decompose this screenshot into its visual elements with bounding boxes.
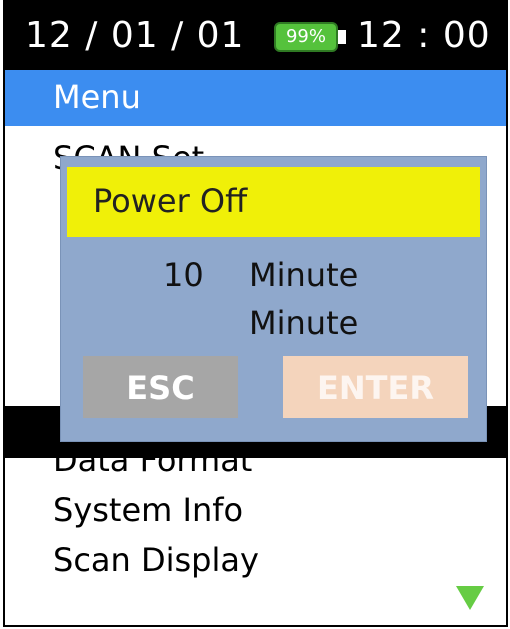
- menu-item-system-info[interactable]: System Info: [53, 490, 243, 530]
- enter-button[interactable]: ENTER: [283, 356, 468, 418]
- power-off-value[interactable]: 10: [163, 255, 204, 295]
- power-off-unit-secondary: Minute: [249, 304, 359, 342]
- menu-title-bar: Menu: [5, 70, 506, 126]
- menu-item-data-format[interactable]: Data Format: [53, 440, 252, 480]
- power-off-dialog: Power Off 10 Minute Minute ESC ENTER: [60, 156, 487, 442]
- power-off-unit: Minute: [249, 256, 359, 294]
- battery-tip: [338, 30, 346, 44]
- status-time: 12 : 00: [357, 15, 491, 56]
- battery-indicator: 99%: [274, 22, 346, 52]
- battery-level: 99%: [274, 22, 338, 52]
- status-date: 12 / 01 / 01: [25, 15, 245, 56]
- status-bar: 12 / 01 / 01 99% 12 : 00: [5, 2, 506, 70]
- device-screen: 12 / 01 / 01 99% 12 : 00 Menu SCAN Set D…: [3, 0, 508, 627]
- menu-item-scan-display[interactable]: Scan Display: [53, 540, 259, 580]
- triangle-down-icon[interactable]: [456, 586, 484, 610]
- esc-button[interactable]: ESC: [83, 356, 238, 418]
- dialog-title-bar: Power Off: [67, 167, 480, 237]
- dialog-title: Power Off: [93, 182, 248, 220]
- menu-title: Menu: [53, 78, 141, 116]
